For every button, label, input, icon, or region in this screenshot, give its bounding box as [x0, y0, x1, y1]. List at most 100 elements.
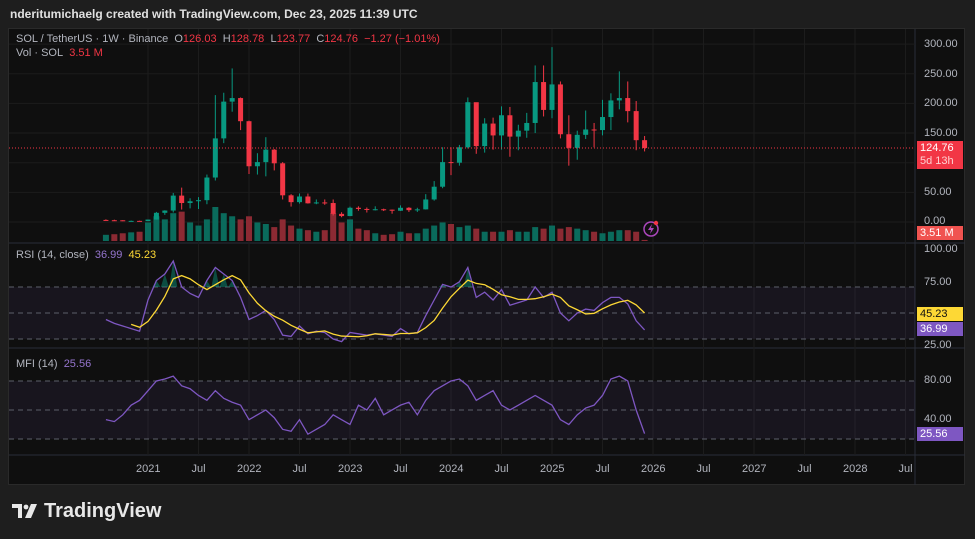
volume-bar: [246, 216, 252, 241]
volume-bar: [405, 233, 412, 241]
volume-bar: [372, 233, 379, 241]
candle-body: [305, 196, 311, 204]
candle-body: [238, 98, 244, 122]
candle-body: [111, 220, 117, 222]
volume-bar: [582, 230, 589, 241]
volume-badge: 3.51 M: [917, 226, 963, 240]
candle-body: [330, 203, 336, 214]
volume-bar: [439, 222, 446, 241]
volume-bar: [271, 227, 278, 241]
candle-body: [246, 121, 252, 167]
volume-bar: [456, 227, 463, 241]
candle-body: [406, 207, 412, 211]
candle-body: [179, 195, 185, 204]
change-value: −1.27 (−1.01%): [364, 33, 440, 45]
candle-body: [482, 123, 488, 147]
volume-bar: [145, 222, 151, 241]
volume-bar: [490, 231, 497, 241]
candle-body: [507, 115, 513, 137]
volume-bar: [389, 234, 396, 241]
volume-bar: [565, 227, 572, 241]
rsi-label: RSI (14, close): [16, 249, 89, 261]
rsi-ma-badge: 45.23: [917, 307, 963, 321]
logo-text: TradingView: [44, 500, 162, 522]
candle-body: [254, 162, 260, 167]
volume-bar: [624, 230, 631, 241]
volume-bar: [641, 239, 648, 241]
candle-body: [313, 202, 319, 204]
candle-body: [297, 196, 302, 203]
volume-bar: [506, 230, 513, 241]
volume-bar: [313, 231, 320, 241]
candle-body: [557, 84, 563, 135]
volume-bar: [574, 228, 581, 241]
time-tick: Jul: [292, 463, 307, 475]
volume-bar: [212, 207, 219, 241]
candle-body: [456, 147, 462, 163]
volume-bar: [397, 231, 404, 241]
time-tick: Jul: [393, 463, 408, 475]
volume-bar: [128, 232, 135, 241]
candle-body: [499, 115, 504, 136]
volume-label: Vol · SOL: [16, 47, 64, 59]
volume-bar: [170, 213, 177, 241]
candle-body: [398, 207, 403, 211]
time-tick: 2023: [338, 463, 363, 475]
candle-body: [515, 130, 521, 137]
open-value: 126.03: [182, 33, 217, 45]
rsi-tick: 25.00: [924, 339, 952, 351]
volume-bar: [557, 228, 564, 241]
high-label: H: [222, 33, 231, 45]
volume-legend[interactable]: Vol · SOL 3.51 M: [16, 47, 103, 59]
candle-body: [128, 220, 134, 222]
candle-body: [583, 129, 589, 135]
volume-bar: [355, 228, 362, 241]
candle-body: [187, 201, 193, 204]
volume-bar: [153, 216, 160, 241]
candle-body: [389, 209, 395, 211]
candle-body: [440, 162, 446, 187]
volume-bar: [540, 228, 547, 241]
mfi-label: MFI (14): [16, 358, 58, 370]
last-price-badge: 124.76 5d 13h: [917, 141, 963, 169]
last-price: 124.76: [920, 142, 954, 154]
time-tick: Jul: [191, 463, 206, 475]
candle-body: [625, 98, 631, 112]
candle-body: [137, 220, 143, 222]
rsi-legend[interactable]: RSI (14, close) 36.99 45.23: [16, 249, 156, 261]
time-tick: 2026: [641, 463, 666, 475]
candle-body: [153, 212, 159, 220]
candle-body: [103, 219, 109, 221]
volume-bar: [102, 234, 109, 241]
time-tick: 2025: [540, 463, 565, 475]
candle-body: [263, 149, 269, 163]
rsi-value: 36.99: [94, 249, 123, 261]
volume-bar: [178, 211, 185, 241]
candle-body: [229, 98, 235, 102]
mfi-tick: 40.00: [924, 413, 952, 425]
candle-body: [532, 82, 538, 123]
high-value: 128.78: [230, 33, 265, 45]
candle-body: [347, 207, 353, 217]
mfi-value: 25.56: [63, 358, 92, 370]
candle-body: [364, 208, 370, 210]
volume-bar: [279, 219, 286, 241]
price-tick: 200.00: [924, 97, 958, 109]
tradingview-logo: TradingView: [12, 500, 161, 523]
time-tick: Jul: [797, 463, 812, 475]
volume-bar: [599, 233, 606, 241]
bar-countdown: 5d 13h: [920, 155, 954, 167]
volume-bar: [254, 222, 261, 241]
candle-body: [381, 209, 387, 211]
price-tick: 300.00: [924, 38, 958, 50]
candle-body: [465, 102, 471, 148]
symbol-legend[interactable]: SOL / TetherUS · 1W · Binance O126.03 H1…: [16, 33, 440, 45]
mfi-legend[interactable]: MFI (14) 25.56: [16, 358, 91, 370]
volume-bar: [220, 213, 227, 241]
price-tick: 250.00: [924, 68, 958, 80]
chart-plot[interactable]: [0, 0, 975, 539]
volume-bar: [338, 222, 345, 241]
volume-bar: [431, 225, 438, 241]
candle-body: [271, 149, 277, 164]
mfi-tick: 80.00: [924, 374, 952, 386]
